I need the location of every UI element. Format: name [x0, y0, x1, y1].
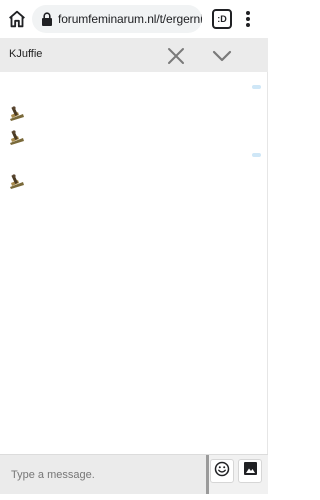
- smiley-icon: [214, 461, 230, 482]
- image-icon: [243, 461, 258, 481]
- woodworking-plane-emoji: [8, 105, 26, 122]
- woodworking-plane-emoji: [8, 129, 26, 146]
- lock-icon: [41, 12, 53, 26]
- message-input[interactable]: [0, 455, 206, 495]
- read-indicator: [252, 153, 261, 157]
- read-indicator: [252, 85, 261, 89]
- tab-switcher-button[interactable]: :D: [212, 9, 232, 29]
- chat-header: KJuffie: [0, 38, 268, 72]
- woodworking-plane-emoji: [8, 173, 26, 190]
- address-bar[interactable]: forumfeminarum.nl/t/ergerni: [32, 5, 202, 33]
- home-icon[interactable]: [6, 8, 28, 30]
- browser-toolbar: forumfeminarum.nl/t/ergerni :D: [0, 0, 268, 38]
- close-icon[interactable]: [166, 46, 186, 66]
- url-text: forumfeminarum.nl/t/ergerni: [58, 12, 202, 26]
- chevron-down-icon[interactable]: [211, 46, 233, 66]
- chat-contact-name[interactable]: KJuffie: [9, 48, 42, 60]
- more-vert-icon[interactable]: [243, 8, 253, 30]
- composer-divider: [206, 455, 209, 495]
- attach-image-button[interactable]: [238, 459, 262, 483]
- emoji-button[interactable]: [210, 459, 234, 483]
- bottom-strip: [0, 494, 268, 500]
- tab-count: :D: [217, 14, 227, 24]
- message-list[interactable]: [0, 72, 268, 454]
